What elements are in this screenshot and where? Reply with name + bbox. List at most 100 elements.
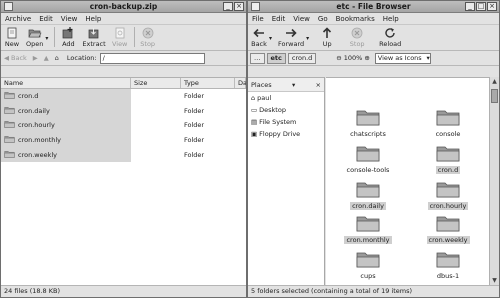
folder-item[interactable]: cups [334, 250, 402, 280]
archive-titlebar[interactable]: cron-backup.zip _ × [1, 1, 246, 13]
column-size[interactable]: Size [131, 78, 181, 88]
menu-go[interactable]: Go [318, 15, 328, 23]
extract-button[interactable]: Extract [82, 27, 106, 48]
menu-edit[interactable]: Edit [39, 15, 53, 23]
scroll-up-icon[interactable]: ▲ [490, 77, 499, 86]
back-label: Back [11, 54, 27, 62]
forward-arrow-icon[interactable]: ▶ [33, 54, 38, 62]
zoom-control: ⊖ 100% ⊕ [336, 54, 370, 62]
browser-titlebar[interactable]: etc - File Browser _ □ × [248, 1, 499, 13]
folder-item[interactable]: cdrecord [414, 78, 482, 80]
sidebar-item[interactable]: ▣ Floppy Drive [248, 128, 324, 140]
crumb-cron-d[interactable]: cron.d [287, 52, 317, 64]
menu-bookmarks[interactable]: Bookmarks [336, 15, 375, 23]
toolbar-separator [133, 27, 135, 47]
folder-label: dbus-1 [436, 272, 460, 280]
scroll-down-icon[interactable]: ▼ [490, 276, 499, 285]
extract-label: Extract [82, 40, 106, 48]
folder-icon [356, 214, 380, 234]
icon-view-scrollbar[interactable]: ▲ ▼ [489, 77, 499, 285]
places-header[interactable]: Places ▾ × [248, 78, 324, 92]
back-button[interactable]: Back [251, 27, 267, 48]
stop-button[interactable]: Stop [140, 27, 156, 48]
close-icon[interactable]: × [487, 2, 497, 11]
row-type: Folder [184, 150, 205, 159]
menu-view[interactable]: View [293, 15, 310, 23]
open-dropdown-icon[interactable]: ▾ [45, 35, 48, 42]
browser-window-title: etc - File Browser [336, 2, 411, 11]
reload-button[interactable]: Reload [379, 27, 401, 48]
table-row[interactable]: cron.d Folder [1, 89, 246, 104]
back-button[interactable]: ◀ Back [4, 54, 27, 62]
folder-item[interactable]: chatscripts [334, 108, 402, 138]
folder-item[interactable]: console [414, 108, 482, 138]
back-dropdown-icon[interactable]: ▾ [269, 35, 272, 42]
forward-dropdown-icon[interactable]: ▾ [306, 35, 309, 42]
menu-edit[interactable]: Edit [272, 15, 286, 23]
file-browser-window: etc - File Browser _ □ × File Edit View … [247, 0, 500, 298]
menu-help[interactable]: Help [85, 15, 101, 23]
reload-label: Reload [379, 40, 402, 48]
folder-item[interactable]: console-tools [334, 144, 402, 174]
reload-icon [382, 27, 398, 39]
folder-label: chatscripts [350, 130, 386, 138]
forward-arrow-icon [283, 27, 299, 39]
location-input[interactable]: / [99, 52, 205, 64]
add-button[interactable]: Add [60, 27, 76, 48]
column-name[interactable]: Name [1, 78, 131, 88]
close-icon[interactable]: × [234, 2, 244, 11]
home-icon[interactable]: ⌂ [55, 54, 59, 62]
minimize-icon[interactable]: _ [465, 2, 475, 11]
folder-label: calendar [352, 78, 384, 80]
folder-item[interactable]: calendar [334, 78, 402, 80]
stop-button[interactable]: Stop [349, 27, 365, 48]
zoom-in-icon[interactable]: ⊕ [364, 54, 369, 62]
new-button[interactable]: New [4, 27, 20, 48]
sidebar-item[interactable]: ▭ Desktop [248, 104, 324, 116]
forward-button[interactable]: Forward [278, 27, 304, 48]
row-type: Folder [184, 92, 205, 101]
table-row[interactable]: cron.daily Folder [1, 103, 246, 119]
table-row[interactable]: cron.weekly Folder [1, 147, 246, 162]
folder-item[interactable]: cron.monthly [334, 214, 402, 244]
menu-archive[interactable]: Archive [5, 15, 31, 23]
folder-item[interactable]: cron.hourly [414, 180, 482, 210]
close-icon[interactable]: × [316, 81, 321, 89]
crumb-etc[interactable]: etc [266, 52, 286, 64]
row-type: Folder [184, 136, 205, 145]
up-button[interactable]: Up [319, 27, 335, 48]
folder-item[interactable]: cron.daily [334, 180, 402, 210]
zoom-out-icon[interactable]: ⊖ [336, 54, 341, 62]
path-toggle-button[interactable]: … [250, 52, 265, 64]
up-arrow-icon[interactable]: ▲ [44, 54, 49, 62]
folder-icon [4, 106, 15, 116]
browser-path-bar: … etc cron.d ⊖ 100% ⊕ View as Icons ▾ [248, 51, 499, 66]
folder-item[interactable]: cron.weekly [414, 214, 482, 244]
scrollbar-thumb[interactable] [491, 89, 498, 103]
column-type[interactable]: Type [181, 78, 235, 88]
folder-item[interactable]: cron.d [414, 144, 482, 174]
column-modified[interactable]: Da [235, 78, 246, 88]
menu-help[interactable]: Help [383, 15, 399, 23]
sidebar-item[interactable]: ⌂ paul [248, 92, 324, 104]
open-button[interactable]: Open [26, 27, 43, 48]
sidebar-item[interactable]: ▤ File System [248, 116, 324, 128]
table-row[interactable]: cron.hourly Folder [1, 118, 246, 133]
row-type: Folder [184, 106, 205, 115]
menu-view[interactable]: View [61, 15, 78, 23]
view-mode-select[interactable]: View as Icons ▾ [374, 52, 431, 64]
archive-location-bar: ◀ Back ▶ ▲ ⌂ Location: / [1, 51, 246, 66]
view-file-icon [112, 27, 128, 39]
table-row[interactable]: cron.monthly Folder [1, 132, 246, 148]
maximize-icon[interactable]: □ [476, 2, 486, 11]
window-menu-icon[interactable] [251, 2, 260, 11]
folder-item[interactable]: dbus-1 [414, 250, 482, 280]
row-name: cron.hourly [18, 121, 55, 130]
view-button[interactable]: View [112, 27, 128, 48]
file-list-header: Name Size Type Da [1, 78, 246, 89]
window-menu-icon[interactable] [4, 2, 13, 11]
open-label: Open [26, 40, 44, 48]
menu-file[interactable]: File [252, 15, 264, 23]
stop-label: Stop [349, 40, 365, 48]
minimize-icon[interactable]: _ [223, 2, 233, 11]
